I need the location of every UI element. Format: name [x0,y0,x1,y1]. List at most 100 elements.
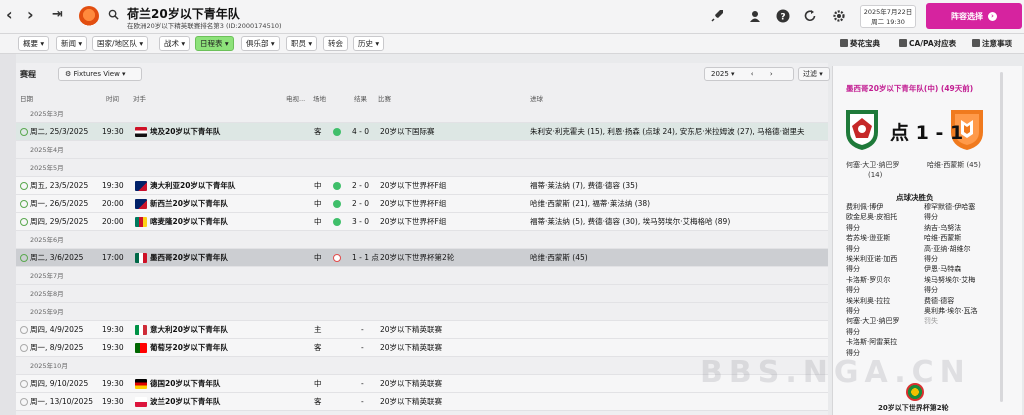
scrollbar[interactable] [1000,72,1003,402]
link-notes[interactable]: 注意事项 [972,38,1012,49]
prev-year-icon[interactable]: ‹ [751,70,754,78]
refresh-icon[interactable] [803,9,817,23]
row-checkbox[interactable] [20,344,28,352]
fixture-result[interactable]: - [361,375,364,393]
tab-club[interactable]: 俱乐部 ▾ [241,36,280,51]
manager-icon[interactable] [748,9,762,23]
fixture-competition[interactable]: 20岁以下精英联赛 [380,321,442,339]
date-display[interactable]: 2025年7月22日 周二 19:30 [860,5,916,28]
col-opponent[interactable]: 对手 [133,93,146,103]
fixture-opponent[interactable]: 意大利20岁以下青年队 [150,321,228,339]
fixture-result[interactable]: 3 - 0 [352,213,369,231]
col-date[interactable]: 日期 [20,93,33,103]
match-detail-header[interactable]: 墨西哥20岁以下青年队(中) (49天前) [846,83,973,94]
fixture-opponent[interactable]: 澳大利亚20岁以下青年队 [150,177,235,195]
col-venue[interactable]: 场地 [313,93,326,103]
fixture-row[interactable]: 周四, 4/9/2025 19:30 意大利20岁以下青年队 主 -20岁以下精英联赛 [16,321,828,339]
penalty-home: 卡洛斯·阿雷莱拉 [846,338,898,347]
fixture-opponent[interactable]: 波兰20岁以下青年队 [150,393,220,411]
result-status-icon [333,254,341,262]
fixture-result[interactable]: 1 - 1 点 [352,249,379,267]
col-competition[interactable]: 比赛 [378,93,391,103]
tab-label: 战术 [164,39,179,48]
row-checkbox[interactable] [20,200,28,208]
view-label: Fixtures View [73,70,120,78]
filter-label: 过滤 [803,70,817,78]
col-result[interactable]: 结果 [354,93,367,103]
fixture-scorers: 朱利安·利克霍夫 (15), 利恩·扬森 (点球 24), 安东尼·米拉姆波 (… [530,127,805,136]
tab-national-team[interactable]: 国家/地区队 ▾ [92,36,149,51]
fixture-row[interactable]: 周四, 29/5/2025 20:00 喀麦隆20岁以下青年队 中 3 - 0 20岁以下… [16,213,828,231]
fixture-row[interactable]: 周五, 23/5/2025 19:30 澳大利亚20岁以下青年队 中 2 - 0 20岁以… [16,177,828,195]
search-icon[interactable] [108,9,119,20]
fixture-venue: 中 [314,199,322,208]
tab-staff[interactable]: 职员 ▾ [286,36,318,51]
penalty-away: 得分 [924,286,938,295]
row-checkbox[interactable] [20,398,28,406]
row-checkbox[interactable] [20,380,28,388]
tab-history[interactable]: 历史 ▾ [353,36,385,51]
fixture-competition[interactable]: 20岁以下世界杯F组 [380,213,446,231]
tab-schedule[interactable]: 日程表 ▾ [195,36,234,51]
row-checkbox[interactable] [20,254,28,262]
month-header: 2025年7月 [16,267,828,285]
row-checkbox[interactable] [20,326,28,334]
fixture-result[interactable]: - [361,321,364,339]
flag-icon [135,325,147,335]
fixture-result[interactable]: - [361,339,364,357]
penalty-away: 纳吉·乌努法 [924,223,962,232]
fixture-competition[interactable]: 20岁以下精英联赛 [380,339,442,357]
fixture-row[interactable]: 周一, 26/5/2025 20:00 新西兰20岁以下青年队 中 2 - 0 20岁以下… [16,195,828,213]
next-year-icon[interactable]: › [770,70,773,78]
col-tv[interactable]: 电视... [286,93,305,103]
fixture-competition[interactable]: 20岁以下精英联赛 [380,375,442,393]
view-dropdown[interactable]: ⚙ Fixtures View ▾ [58,67,142,81]
rocket-icon[interactable] [710,9,724,23]
row-checkbox[interactable] [20,128,28,136]
fixture-competition[interactable]: 20岁以下世界杯第2轮 [380,249,454,267]
fixture-result[interactable]: 2 - 0 [352,177,369,195]
filter-dropdown[interactable]: 过滤 ▾ [798,67,830,81]
tab-label: 历史 [358,39,373,48]
month-header: 2025年8月 [16,285,828,303]
fixture-opponent[interactable]: 葡萄牙20岁以下青年队 [150,339,228,357]
jump-icon[interactable]: ⇥ [52,7,63,23]
penalty-home: 得分 [846,223,860,232]
tab-tactics[interactable]: 战术 ▾ [159,36,191,51]
competition-name: 20岁以下世界杯第2轮 [878,404,949,412]
col-time[interactable]: 时间 [106,93,119,103]
fixture-competition[interactable]: 20岁以下世界杯F组 [380,177,446,195]
col-scorers[interactable]: 进球 [530,93,543,103]
continue-button[interactable]: 阵容选择 › [926,3,1022,29]
fixture-opponent[interactable]: 德国20岁以下青年队 [150,375,220,393]
fixture-result[interactable]: 4 - 0 [352,123,369,141]
tab-overview[interactable]: 概要 ▾ [18,36,50,51]
fixture-row[interactable]: 周二, 3/6/2025 17:00 墨西哥20岁以下青年队 中 1 - 1 点 20岁以… [16,249,828,267]
settings-gear-icon[interactable] [832,9,846,23]
fixture-result[interactable]: - [361,393,364,411]
fixture-competition[interactable]: 20岁以下世界杯F组 [380,195,446,213]
help-icon[interactable]: ? [776,9,790,23]
link-guide[interactable]: 葵花宝典 [840,38,880,49]
fixture-venue: 客 [314,343,322,352]
forward-icon[interactable]: › [27,7,34,23]
fixture-competition[interactable]: 20岁以下精英联赛 [380,393,442,411]
link-ca-pa[interactable]: CA/PA对应表 [899,38,956,49]
back-icon[interactable]: ‹ [6,7,13,23]
fixture-opponent[interactable]: 埃及20岁以下青年队 [150,123,220,141]
fixture-result[interactable]: 2 - 0 [352,195,369,213]
year-selector[interactable]: 2025 ▾ ‹ › [704,67,794,81]
fixture-competition[interactable]: 20岁以下国际赛 [380,123,435,141]
fixture-opponent[interactable]: 新西兰20岁以下青年队 [150,195,228,213]
fixture-opponent[interactable]: 墨西哥20岁以下青年队 [150,249,228,267]
tab-transfers[interactable]: 转会 [323,36,348,51]
fixture-venue: 中 [314,181,322,190]
row-checkbox[interactable] [20,218,28,226]
fixture-row[interactable]: 周一, 13/10/2025 19:30 波兰20岁以下青年队 客 -20岁以下精英联赛 [16,393,828,411]
club-crest-icon[interactable] [79,6,99,26]
tab-news[interactable]: 新闻 ▾ [56,36,88,51]
row-checkbox[interactable] [20,182,28,190]
penalty-home: 费利佩·博伊 [846,203,884,211]
fixture-opponent[interactable]: 喀麦隆20岁以下青年队 [150,213,228,231]
fixture-row[interactable]: 周二, 25/3/2025 19:30 埃及20岁以下青年队 客 4 - 0 20岁以下国… [16,123,828,141]
